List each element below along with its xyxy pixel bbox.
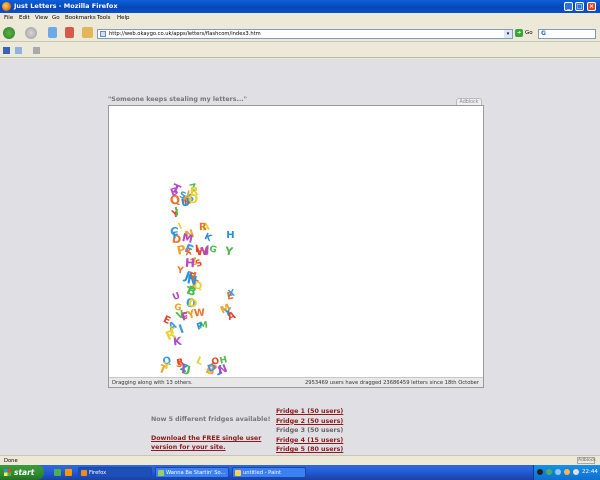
fridge-link-3: Fridge 3 (50 users) bbox=[276, 427, 344, 434]
magnet-letters[interactable]: RFSZRTQUYJSJOBDHLNEYAMXKWPCGIVRFSZRTQUYJ… bbox=[109, 106, 483, 378]
desktop-icon[interactable] bbox=[54, 469, 61, 476]
magnet-letter[interactable]: H bbox=[185, 256, 196, 271]
bookmark-icon[interactable] bbox=[15, 47, 22, 54]
firefox-task-icon bbox=[81, 470, 87, 476]
magnet-letter[interactable]: Y bbox=[162, 362, 170, 373]
maximize-button[interactable]: □ bbox=[575, 2, 584, 11]
navigation-toolbar: http://web.okaygo.co.uk/apps/letters/fla… bbox=[0, 24, 600, 42]
magnet-letter[interactable]: R bbox=[199, 222, 207, 233]
magnet-letter[interactable]: X bbox=[228, 288, 237, 299]
windows-taskbar: start Firefox Wanna Be Startin' So... un… bbox=[0, 465, 600, 480]
menu-view[interactable]: View bbox=[35, 15, 48, 21]
magnet-letter[interactable]: I bbox=[177, 222, 184, 233]
page-icon bbox=[100, 31, 106, 37]
music-task-icon bbox=[158, 470, 164, 476]
forward-icon[interactable] bbox=[25, 27, 37, 39]
task-winamp[interactable]: Wanna Be Startin' So... bbox=[155, 467, 229, 478]
start-button[interactable]: start bbox=[0, 465, 44, 480]
reload-icon[interactable] bbox=[48, 27, 57, 38]
tray-icon-2[interactable] bbox=[546, 469, 552, 475]
magnet-letter[interactable]: I bbox=[177, 322, 186, 337]
magnet-letter[interactable]: H bbox=[226, 231, 234, 241]
tray-icon-4[interactable] bbox=[564, 469, 570, 475]
start-label: start bbox=[14, 468, 35, 477]
magnet-letter[interactable]: P bbox=[195, 322, 204, 333]
menu-tools[interactable]: Tools bbox=[97, 15, 111, 21]
title-bar[interactable]: Just Letters - Mozilla Firefox _ □ × bbox=[0, 0, 600, 13]
magnet-letter[interactable]: Y bbox=[177, 266, 184, 277]
system-tray: 22:44 bbox=[533, 465, 600, 480]
fridge-list: Fridge 1 (50 users) Fridge 2 (50 users) … bbox=[276, 408, 343, 456]
menu-go[interactable]: Go bbox=[52, 15, 60, 21]
clock: 22:44 bbox=[582, 469, 598, 475]
window-title: Just Letters - Mozilla Firefox bbox=[14, 2, 118, 10]
search-input[interactable]: G bbox=[538, 29, 596, 39]
magnet-letter[interactable]: W bbox=[194, 308, 206, 320]
close-button[interactable]: × bbox=[587, 2, 596, 11]
magnet-letter[interactable]: L bbox=[195, 356, 205, 369]
stop-icon[interactable] bbox=[65, 27, 74, 38]
adblock-status-button[interactable]: Adblock bbox=[577, 457, 596, 464]
address-bar[interactable]: http://web.okaygo.co.uk/apps/letters/fla… bbox=[97, 29, 513, 39]
firefox-window: Just Letters - Mozilla Firefox _ □ × Fil… bbox=[0, 0, 600, 480]
promo-text: Now 5 different fridges available! bbox=[151, 416, 271, 423]
magnet-letter[interactable]: Y bbox=[224, 245, 233, 259]
magnet-letter[interactable]: J bbox=[181, 362, 186, 373]
firefox-icon bbox=[2, 2, 11, 11]
print-icon[interactable] bbox=[33, 47, 40, 54]
paint-task-icon bbox=[235, 470, 241, 476]
google-search-icon[interactable]: G bbox=[541, 30, 546, 37]
fridge-link-4[interactable]: Fridge 4 (15 users) bbox=[276, 437, 343, 447]
bookmarks-toolbar bbox=[0, 43, 600, 58]
menu-edit[interactable]: Edit bbox=[19, 15, 30, 21]
task-winamp-label: Wanna Be Startin' So... bbox=[166, 470, 226, 476]
minimize-button[interactable]: _ bbox=[564, 2, 573, 11]
fridge-flash-area[interactable]: RFSZRTQUYJSJOBDHLNEYAMXKWPCGIVRFSZRTQUYJ… bbox=[108, 105, 484, 388]
url-text: http://web.okaygo.co.uk/apps/letters/fla… bbox=[109, 31, 261, 37]
menu-bar: File Edit View Go Bookmarks Tools Help bbox=[0, 13, 600, 24]
go-icon[interactable]: ➜ bbox=[515, 29, 523, 37]
menu-bookmarks[interactable]: Bookmarks bbox=[65, 15, 96, 21]
users-dragging-text: Dragging along with 13 others. bbox=[112, 380, 193, 386]
fridge-link-1[interactable]: Fridge 1 (50 users) bbox=[276, 408, 343, 418]
tray-icon-3[interactable] bbox=[555, 469, 561, 475]
magnet-letter[interactable]: U bbox=[172, 291, 183, 303]
status-bar: Done Adblock bbox=[0, 455, 600, 465]
menu-file[interactable]: File bbox=[4, 15, 13, 21]
firefox-quicklaunch-icon[interactable] bbox=[65, 469, 72, 476]
page-title: "Someone keeps stealing my letters..." bbox=[108, 96, 247, 103]
fridge-status-bar: Dragging along with 13 others. 2953469 u… bbox=[109, 377, 483, 387]
menu-help[interactable]: Help bbox=[117, 15, 130, 21]
go-button-label[interactable]: Go bbox=[525, 30, 533, 36]
task-firefox-label: Firefox bbox=[89, 470, 107, 476]
chevron-down-icon[interactable]: ▾ bbox=[504, 30, 512, 38]
magnet-letter[interactable]: O bbox=[187, 192, 199, 207]
download-link[interactable]: Download the FREE single user version fo… bbox=[151, 434, 269, 452]
magnet-letter[interactable]: F bbox=[172, 231, 180, 242]
volume-icon[interactable] bbox=[573, 469, 579, 475]
task-paint[interactable]: untitled - Paint bbox=[232, 467, 306, 478]
task-paint-label: untitled - Paint bbox=[243, 470, 282, 476]
home-icon[interactable] bbox=[82, 27, 93, 38]
task-firefox[interactable]: Firefox bbox=[78, 467, 152, 478]
tray-icon-1[interactable] bbox=[537, 469, 543, 475]
total-stats-text: 2953469 users have dragged 23686459 lett… bbox=[304, 380, 479, 386]
page-content: "Someone keeps stealing my letters..." A… bbox=[0, 59, 600, 455]
fridge-link-2[interactable]: Fridge 2 (50 users) bbox=[276, 418, 343, 428]
back-icon[interactable] bbox=[3, 27, 15, 39]
status-text: Done bbox=[4, 458, 18, 464]
windows-logo-icon bbox=[4, 469, 11, 476]
save-icon[interactable] bbox=[3, 47, 10, 54]
